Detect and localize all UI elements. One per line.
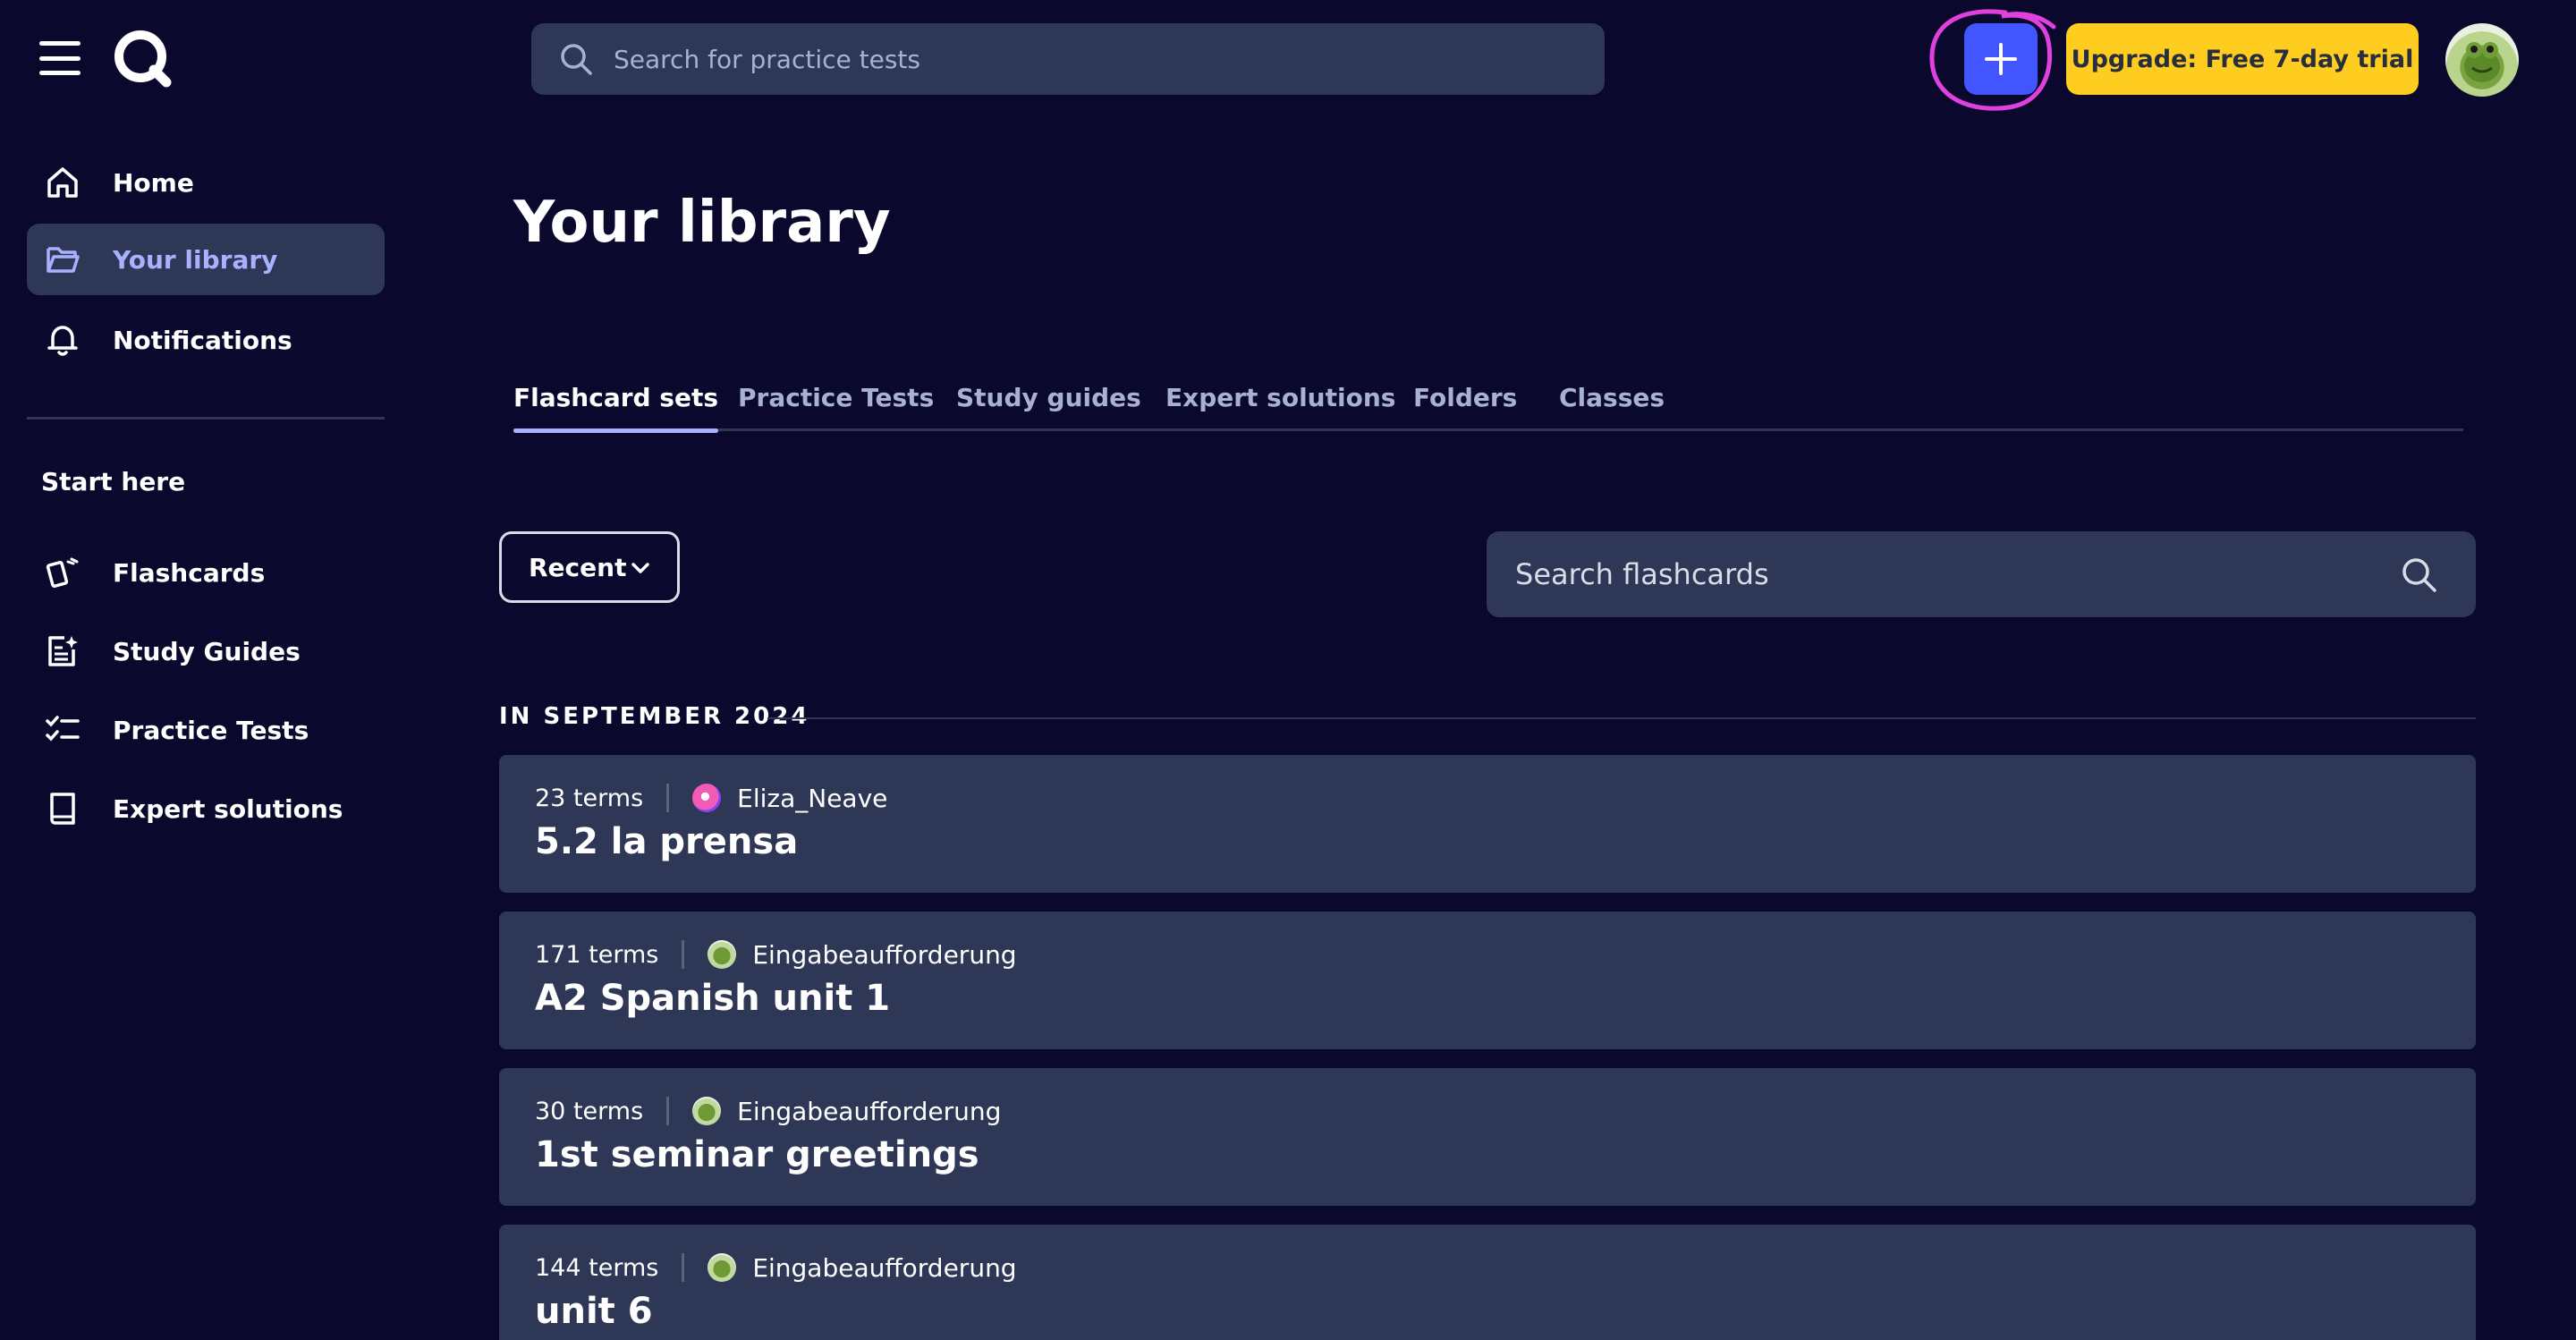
upgrade-button[interactable]: Upgrade: Free 7-day trial <box>2066 23 2419 95</box>
sidebar-item-home[interactable]: Home <box>27 147 385 218</box>
term-count: 144 terms <box>535 1253 659 1282</box>
sidebar-item-your-library[interactable]: Your library <box>27 224 385 295</box>
study-set-card[interactable]: 171 terms Eingabeaufforderung A2 Spanish… <box>499 912 2476 1049</box>
menu-icon[interactable] <box>39 41 80 75</box>
flashcard-search-bar[interactable] <box>1487 531 2476 617</box>
set-title[interactable]: unit 6 <box>535 1291 653 1332</box>
home-icon <box>47 167 78 198</box>
sidebar-item-label: Your library <box>113 244 278 275</box>
library-tabs: Flashcard sets Practice Tests Study guid… <box>513 376 2463 433</box>
avatar[interactable] <box>2445 23 2519 97</box>
sort-dropdown[interactable]: Recent <box>499 531 680 603</box>
tab-expert-solutions[interactable]: Expert solutions <box>1165 383 1395 431</box>
tab-study-guides[interactable]: Study guides <box>956 383 1141 431</box>
plus-icon <box>1985 43 2017 75</box>
flashcard-search-input[interactable] <box>1515 531 2356 617</box>
study-guide-icon <box>48 636 78 666</box>
sidebar-item-notifications[interactable]: Notifications <box>27 304 385 376</box>
bell-icon <box>47 326 78 356</box>
creator-name[interactable]: Eingabeaufforderung <box>752 940 1016 970</box>
section-title: Start here <box>41 467 186 496</box>
set-meta: 171 terms Eingabeaufforderung <box>535 937 1017 972</box>
tab-flashcard-sets[interactable]: Flashcard sets <box>513 383 719 433</box>
sidebar-item-label: Practice Tests <box>113 715 309 745</box>
sort-selected-value: Recent <box>529 552 627 582</box>
sidebar-item-practice-tests[interactable]: Practice Tests <box>27 694 385 766</box>
sidebar-item-flashcards[interactable]: Flashcards <box>27 537 385 608</box>
book-icon <box>50 793 75 825</box>
set-title[interactable]: A2 Spanish unit 1 <box>535 978 890 1019</box>
creator-avatar <box>708 1253 737 1282</box>
study-set-card[interactable]: 144 terms Eingabeaufforderung unit 6 <box>499 1225 2476 1340</box>
creator-name[interactable]: Eliza_Neave <box>737 784 887 813</box>
quizlet-logo[interactable] <box>111 27 174 89</box>
meta-separator <box>682 940 685 969</box>
meta-separator <box>666 784 670 812</box>
tab-folders[interactable]: Folders <box>1413 383 1517 431</box>
set-title[interactable]: 1st seminar greetings <box>535 1134 979 1175</box>
sidebar-item-label: Study Guides <box>113 636 301 666</box>
meta-separator <box>682 1253 685 1282</box>
folder-icon <box>47 247 80 273</box>
sidebar-divider <box>27 417 385 420</box>
tab-classes[interactable]: Classes <box>1559 383 1665 431</box>
group-divider <box>767 717 2476 719</box>
tab-practice-tests[interactable]: Practice Tests <box>738 383 934 431</box>
sidebar-item-label: Home <box>113 167 194 198</box>
top-search-bar[interactable] <box>531 23 1605 95</box>
search-input[interactable] <box>614 23 1580 95</box>
sidebar-item-expert-solutions[interactable]: Expert solutions <box>27 773 385 844</box>
sidebar-item-label: Notifications <box>113 325 292 355</box>
create-button[interactable] <box>1964 23 2038 95</box>
term-count: 171 terms <box>535 940 659 969</box>
chevron-down-icon <box>631 563 649 573</box>
meta-separator <box>666 1097 670 1125</box>
study-set-card[interactable]: 23 terms Eliza_Neave 5.2 la prensa <box>499 755 2476 893</box>
sidebar-item-label: Flashcards <box>113 557 266 588</box>
study-set-card[interactable]: 30 terms Eingabeaufforderung 1st seminar… <box>499 1068 2476 1206</box>
set-meta: 30 terms Eingabeaufforderung <box>535 1093 1001 1129</box>
set-title[interactable]: 5.2 la prensa <box>535 821 798 862</box>
frog-avatar-icon <box>2464 42 2500 82</box>
term-count: 30 terms <box>535 1097 644 1125</box>
term-count: 23 terms <box>535 784 644 812</box>
set-meta: 23 terms Eliza_Neave <box>535 780 887 816</box>
sidebar-item-label: Expert solutions <box>113 793 343 824</box>
creator-name[interactable]: Eingabeaufforderung <box>737 1097 1001 1126</box>
creator-avatar <box>692 1097 722 1125</box>
creator-name[interactable]: Eingabeaufforderung <box>752 1253 1016 1283</box>
group-heading: IN SEPTEMBER 2024 <box>499 703 810 730</box>
creator-avatar <box>692 784 722 812</box>
search-icon <box>561 44 592 75</box>
creator-avatar <box>708 940 737 969</box>
page-title: Your library <box>513 190 891 256</box>
search-icon[interactable] <box>2399 555 2438 594</box>
app-root: Upgrade: Free 7-day trial Home Your libr… <box>0 0 2576 1340</box>
set-meta: 144 terms Eingabeaufforderung <box>535 1250 1017 1285</box>
flashcards-icon <box>46 557 79 588</box>
sidebar-item-study-guides[interactable]: Study Guides <box>27 615 385 687</box>
checklist-icon <box>46 716 80 742</box>
